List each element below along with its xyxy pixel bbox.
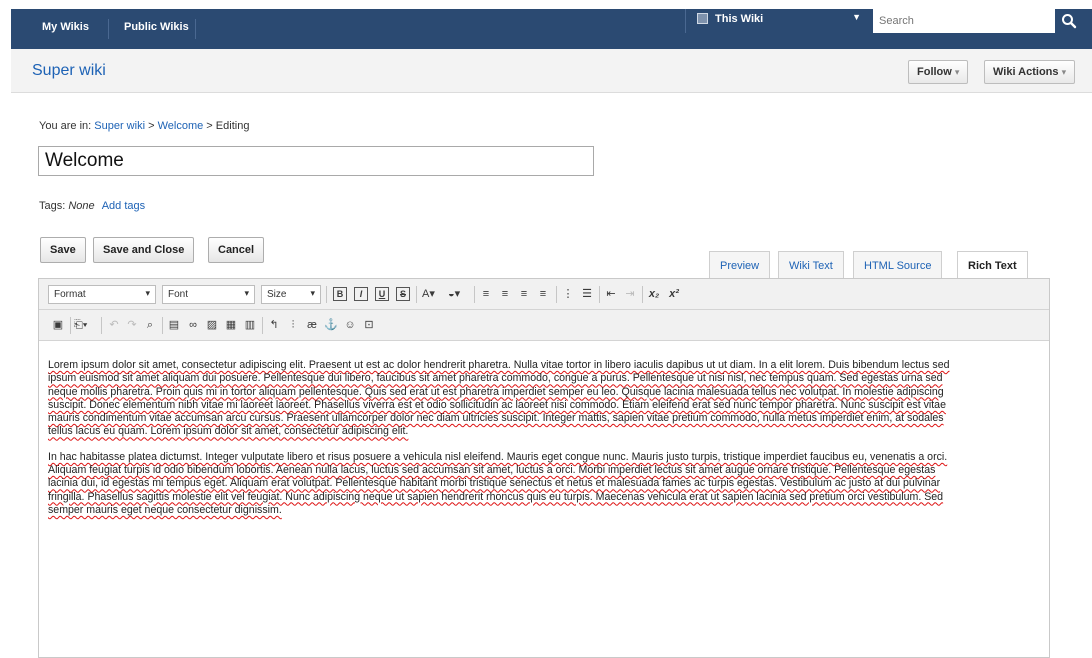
toolbar-separator: [416, 286, 417, 303]
chevron-down-icon: ▼: [852, 12, 861, 22]
background-color-icon[interactable]: ◒▾: [448, 287, 470, 301]
search-scope-dropdown[interactable]: This Wiki ▼: [685, 9, 871, 33]
align-right-icon[interactable]: ≡: [517, 287, 531, 301]
search-input[interactable]: [873, 9, 1055, 33]
format-select[interactable]: Format ▾: [48, 285, 156, 304]
page-title-input[interactable]: [38, 146, 594, 176]
breadcrumb-wiki-link[interactable]: Super wiki: [94, 120, 145, 132]
toolbar-separator: [599, 286, 600, 303]
link-icon[interactable]: ∞: [186, 318, 200, 332]
chevron-down-icon: ▾: [244, 288, 249, 298]
search-button[interactable]: [1057, 9, 1081, 33]
nav-divider: [195, 19, 196, 39]
breadcrumb-current: Editing: [215, 120, 250, 132]
macro-icon[interactable]: ▥: [243, 318, 257, 332]
breadcrumb-separator: >: [206, 120, 213, 132]
media-icon[interactable]: ▦: [224, 318, 238, 332]
indent-icon[interactable]: ⇥: [623, 287, 637, 301]
chevron-down-icon: ▾: [310, 288, 315, 298]
editor-toolbar-row-2: ▣ ⎗▾ ↶ ↷ ⌕ ▤ ∞ ▨ ▦ ▥ ↰ ⫶ æ ⚓ ☺ ⊡: [39, 310, 1049, 341]
text-color-icon[interactable]: A▾: [422, 287, 444, 301]
size-select[interactable]: Size ▾: [261, 285, 321, 304]
align-center-icon[interactable]: ≡: [498, 287, 512, 301]
font-select-label: Font: [168, 289, 189, 300]
format-select-label: Format: [54, 289, 86, 300]
numbered-list-icon[interactable]: ⋮: [561, 287, 575, 301]
clipboard-icon[interactable]: ⎗▾: [74, 318, 96, 332]
chevron-down-icon: ▾: [954, 67, 960, 77]
cancel-button[interactable]: Cancel: [208, 237, 265, 263]
underline-icon[interactable]: U: [375, 287, 389, 301]
wiki-page-icon: [697, 13, 708, 24]
special-character-icon[interactable]: æ: [305, 318, 319, 332]
chevron-down-icon: ▾: [1061, 67, 1067, 77]
superscript-icon[interactable]: x²: [667, 287, 681, 301]
emoticon-icon[interactable]: ☺: [343, 318, 357, 332]
columns-icon[interactable]: ⫶: [286, 318, 300, 332]
toolbar-separator: [556, 286, 557, 303]
table-icon[interactable]: ▤: [167, 318, 181, 332]
rich-text-editor: Format ▾ Font ▾ Size ▾ B I U S A▾ ◒▾ ≡ ≡ ≡ …: [38, 278, 1050, 658]
redo-icon[interactable]: ↷: [125, 318, 139, 332]
save-and-close-button[interactable]: Save and Close: [93, 237, 195, 263]
italic-icon[interactable]: I: [354, 287, 368, 301]
undo-icon[interactable]: ↶: [107, 318, 121, 332]
size-select-label: Size: [267, 289, 287, 300]
nav-divider: [108, 19, 109, 39]
tab-public-wikis[interactable]: Public Wikis: [124, 21, 189, 33]
save-icon[interactable]: ▣: [51, 318, 65, 332]
anchor-icon[interactable]: ⚓: [324, 318, 338, 332]
image-icon[interactable]: ▨: [205, 318, 219, 332]
toolbar-separator: [642, 286, 643, 303]
paragraph: Lorem ipsum dolor sit amet, consectetur …: [48, 359, 950, 438]
breadcrumb: You are in: Super wiki > Welcome > Editi…: [39, 120, 249, 132]
toolbar-separator: [101, 317, 102, 334]
editor-content[interactable]: Lorem ipsum dolor sit amet, consectetur …: [48, 359, 963, 529]
follow-button[interactable]: Follow ▾: [908, 60, 969, 84]
wiki-actions-label: Wiki Actions: [993, 66, 1059, 78]
align-left-icon[interactable]: ≡: [479, 287, 493, 301]
bold-icon[interactable]: B: [333, 287, 347, 301]
tab-my-wikis[interactable]: My Wikis: [42, 21, 89, 33]
tags-row: Tags: None Add tags: [39, 200, 145, 212]
tab-preview[interactable]: Preview: [709, 251, 771, 279]
toolbar-separator: [474, 286, 475, 303]
subscript-icon[interactable]: x₂: [647, 287, 661, 301]
toolbar-separator: [70, 317, 71, 334]
wiki-title[interactable]: Super wiki: [32, 62, 106, 80]
toolbar-separator: [326, 286, 327, 303]
outdent-icon[interactable]: ⇤: [604, 287, 618, 301]
wiki-actions-button[interactable]: Wiki Actions ▾: [984, 60, 1076, 84]
tab-html-source[interactable]: HTML Source: [853, 251, 943, 279]
search-icon: [1062, 14, 1077, 29]
toolbar-separator: [262, 317, 263, 334]
align-justify-icon[interactable]: ≡: [536, 287, 550, 301]
tags-label: Tags:: [39, 200, 66, 212]
follow-label: Follow: [917, 66, 952, 78]
chevron-down-icon: ▾: [145, 288, 150, 298]
editor-toolbar-row-1: Format ▾ Font ▾ Size ▾ B I U S A▾ ◒▾ ≡ ≡ ≡ …: [39, 279, 1049, 310]
bulleted-list-icon[interactable]: ☰: [580, 287, 594, 301]
template-icon[interactable]: ⊡: [362, 318, 376, 332]
tags-value: None: [68, 200, 95, 212]
breadcrumb-separator: >: [148, 120, 155, 132]
direction-icon[interactable]: ↰: [267, 318, 281, 332]
breadcrumb-prefix: You are in:: [39, 120, 92, 132]
save-button[interactable]: Save: [40, 237, 86, 263]
font-select[interactable]: Font ▾: [162, 285, 255, 304]
tab-rich-text[interactable]: Rich Text: [957, 251, 1028, 280]
strikethrough-icon[interactable]: S: [396, 287, 410, 301]
find-replace-icon[interactable]: ⌕: [143, 318, 157, 332]
search-scope-label: This Wiki: [715, 13, 764, 25]
tab-wiki-text[interactable]: Wiki Text: [778, 251, 844, 279]
add-tags-link[interactable]: Add tags: [102, 200, 145, 212]
paragraph: In hac habitasse platea dictumst. Intege…: [48, 450, 948, 516]
toolbar-separator: [162, 317, 163, 334]
wiki-header: Super wiki Follow ▾ Wiki Actions ▾: [11, 49, 1092, 93]
breadcrumb-page-link[interactable]: Welcome: [158, 120, 204, 132]
